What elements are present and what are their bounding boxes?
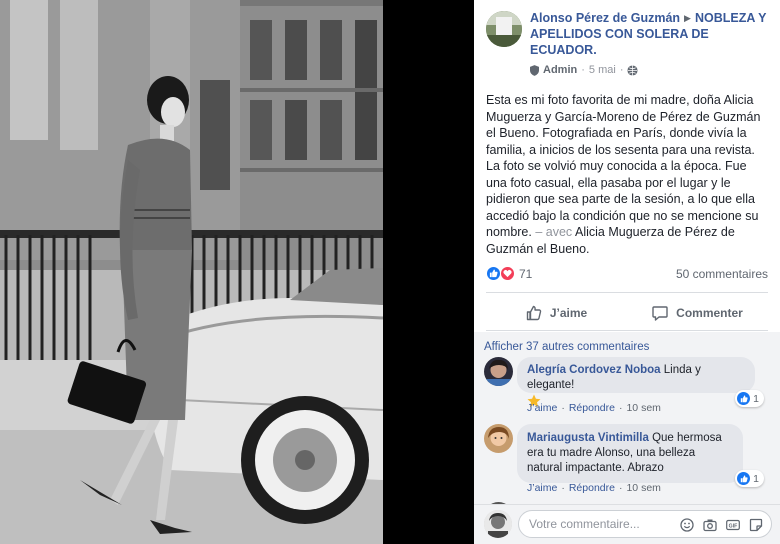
post-text: Esta es mi foto favorita de mi madre, do… — [474, 86, 780, 257]
commenter-avatar[interactable] — [484, 424, 513, 453]
composer-tools: GIF — [680, 511, 763, 539]
shield-icon — [530, 64, 539, 76]
more-comments-link[interactable]: Afficher 37 autres commentaires — [474, 332, 780, 353]
current-user-avatar[interactable] — [484, 510, 512, 538]
comment-reply-link[interactable]: Répondre — [569, 482, 615, 494]
post-side-panel: Alonso Pérez de Guzmán ▶ NOBLEZA Y APELLID… — [474, 0, 780, 544]
comment-like-link[interactable]: J’aime — [527, 402, 557, 414]
comment-count[interactable]: 50 commentaires — [676, 267, 768, 281]
thumbs-up-icon — [526, 305, 542, 321]
meta-dot: · — [581, 64, 585, 76]
comment-label: Commenter — [676, 306, 743, 320]
meta-dot: · — [619, 64, 624, 76]
svg-text:GIF: GIF — [729, 523, 738, 529]
action-bar: J’aime Commenter — [486, 300, 768, 326]
comment-actions: J’aime · Répondre · 10 sem — [527, 402, 661, 414]
comment-likes-number: 1 — [753, 472, 759, 485]
separator: · — [618, 482, 623, 494]
smiley-icon[interactable] — [680, 518, 694, 532]
tag-prefix: – avec — [535, 225, 573, 239]
comment-time[interactable]: 10 sem — [626, 402, 660, 414]
comment-reply-link[interactable]: Répondre — [569, 402, 615, 414]
comment-bubble: Mariaugusta Vintimilla Que hermosa era t… — [517, 424, 743, 483]
comment-item: Alegría Cordovez Noboa Linda y elegante!… — [484, 357, 770, 417]
comment-like-count[interactable]: 1 — [735, 390, 764, 407]
reaction-count: 71 — [519, 266, 533, 281]
divider — [486, 330, 768, 331]
comment-button[interactable]: Commenter — [627, 300, 768, 326]
photo-image — [0, 0, 383, 544]
author-avatar[interactable] — [486, 11, 522, 47]
comment-likes-number: 1 — [753, 392, 759, 405]
comment-actions: J’aime · Répondre · 10 sem — [527, 482, 661, 494]
separator: · — [561, 402, 565, 414]
reaction-summary[interactable]: 71 — [486, 266, 532, 281]
post-date[interactable]: 5 mai — [589, 64, 616, 76]
post-photo[interactable] — [0, 0, 474, 544]
like-mini-icon — [737, 472, 751, 485]
comment-item: Mariaugusta Vintimilla Que hermosa era t… — [484, 424, 770, 496]
gif-icon[interactable]: GIF — [726, 518, 740, 532]
camera-icon[interactable] — [703, 518, 717, 532]
like-reaction-icon — [486, 266, 501, 281]
comment-like-link[interactable]: J’aime — [527, 482, 557, 494]
comments-section: Afficher 37 autres commentaires Alegría … — [474, 332, 780, 504]
comment-author[interactable]: Alegría Cordovez Noboa — [527, 364, 661, 376]
post-meta: Admin · 5 mai · — [530, 64, 770, 76]
comment-input-placeholder: Votre commentaire... — [529, 517, 640, 531]
comment-author[interactable]: Mariaugusta Vintimilla — [527, 432, 649, 444]
like-label: J’aime — [549, 306, 588, 320]
vintage-photo-illustration — [0, 0, 383, 544]
separator: · — [618, 402, 623, 414]
comment-input[interactable]: Votre commentaire... GIF — [518, 510, 772, 538]
comment-bubble: Alegría Cordovez Noboa Linda y elegante! — [517, 357, 755, 407]
love-reaction-icon — [500, 266, 515, 281]
separator: · — [561, 482, 565, 494]
author-name[interactable]: Alonso Pérez de Guzmán — [530, 11, 680, 25]
comment-composer: Votre commentaire... GIF — [474, 504, 780, 544]
like-mini-icon — [737, 392, 751, 405]
comment-time[interactable]: 10 sem — [626, 482, 660, 494]
author-line: Alonso Pérez de Guzmán ▶ NOBLEZA Y APELLID… — [530, 10, 770, 58]
sticker-icon[interactable] — [749, 518, 763, 532]
globe-icon — [627, 64, 639, 76]
post-body: Esta es mi foto favorita de mi madre, do… — [486, 93, 761, 239]
divider — [486, 292, 768, 293]
admin-badge: Admin — [543, 64, 578, 76]
commenter-avatar[interactable] — [484, 357, 513, 386]
post-header: Alonso Pérez de Guzmán ▶ NOBLEZA Y APELLID… — [474, 0, 780, 86]
reactions-bar: 71 50 commentaires — [486, 266, 768, 281]
arrow-right-icon: ▶ — [684, 13, 691, 23]
comment-like-count[interactable]: 1 — [735, 470, 764, 487]
like-button[interactable]: J’aime — [486, 300, 627, 326]
comment-icon — [652, 306, 668, 321]
